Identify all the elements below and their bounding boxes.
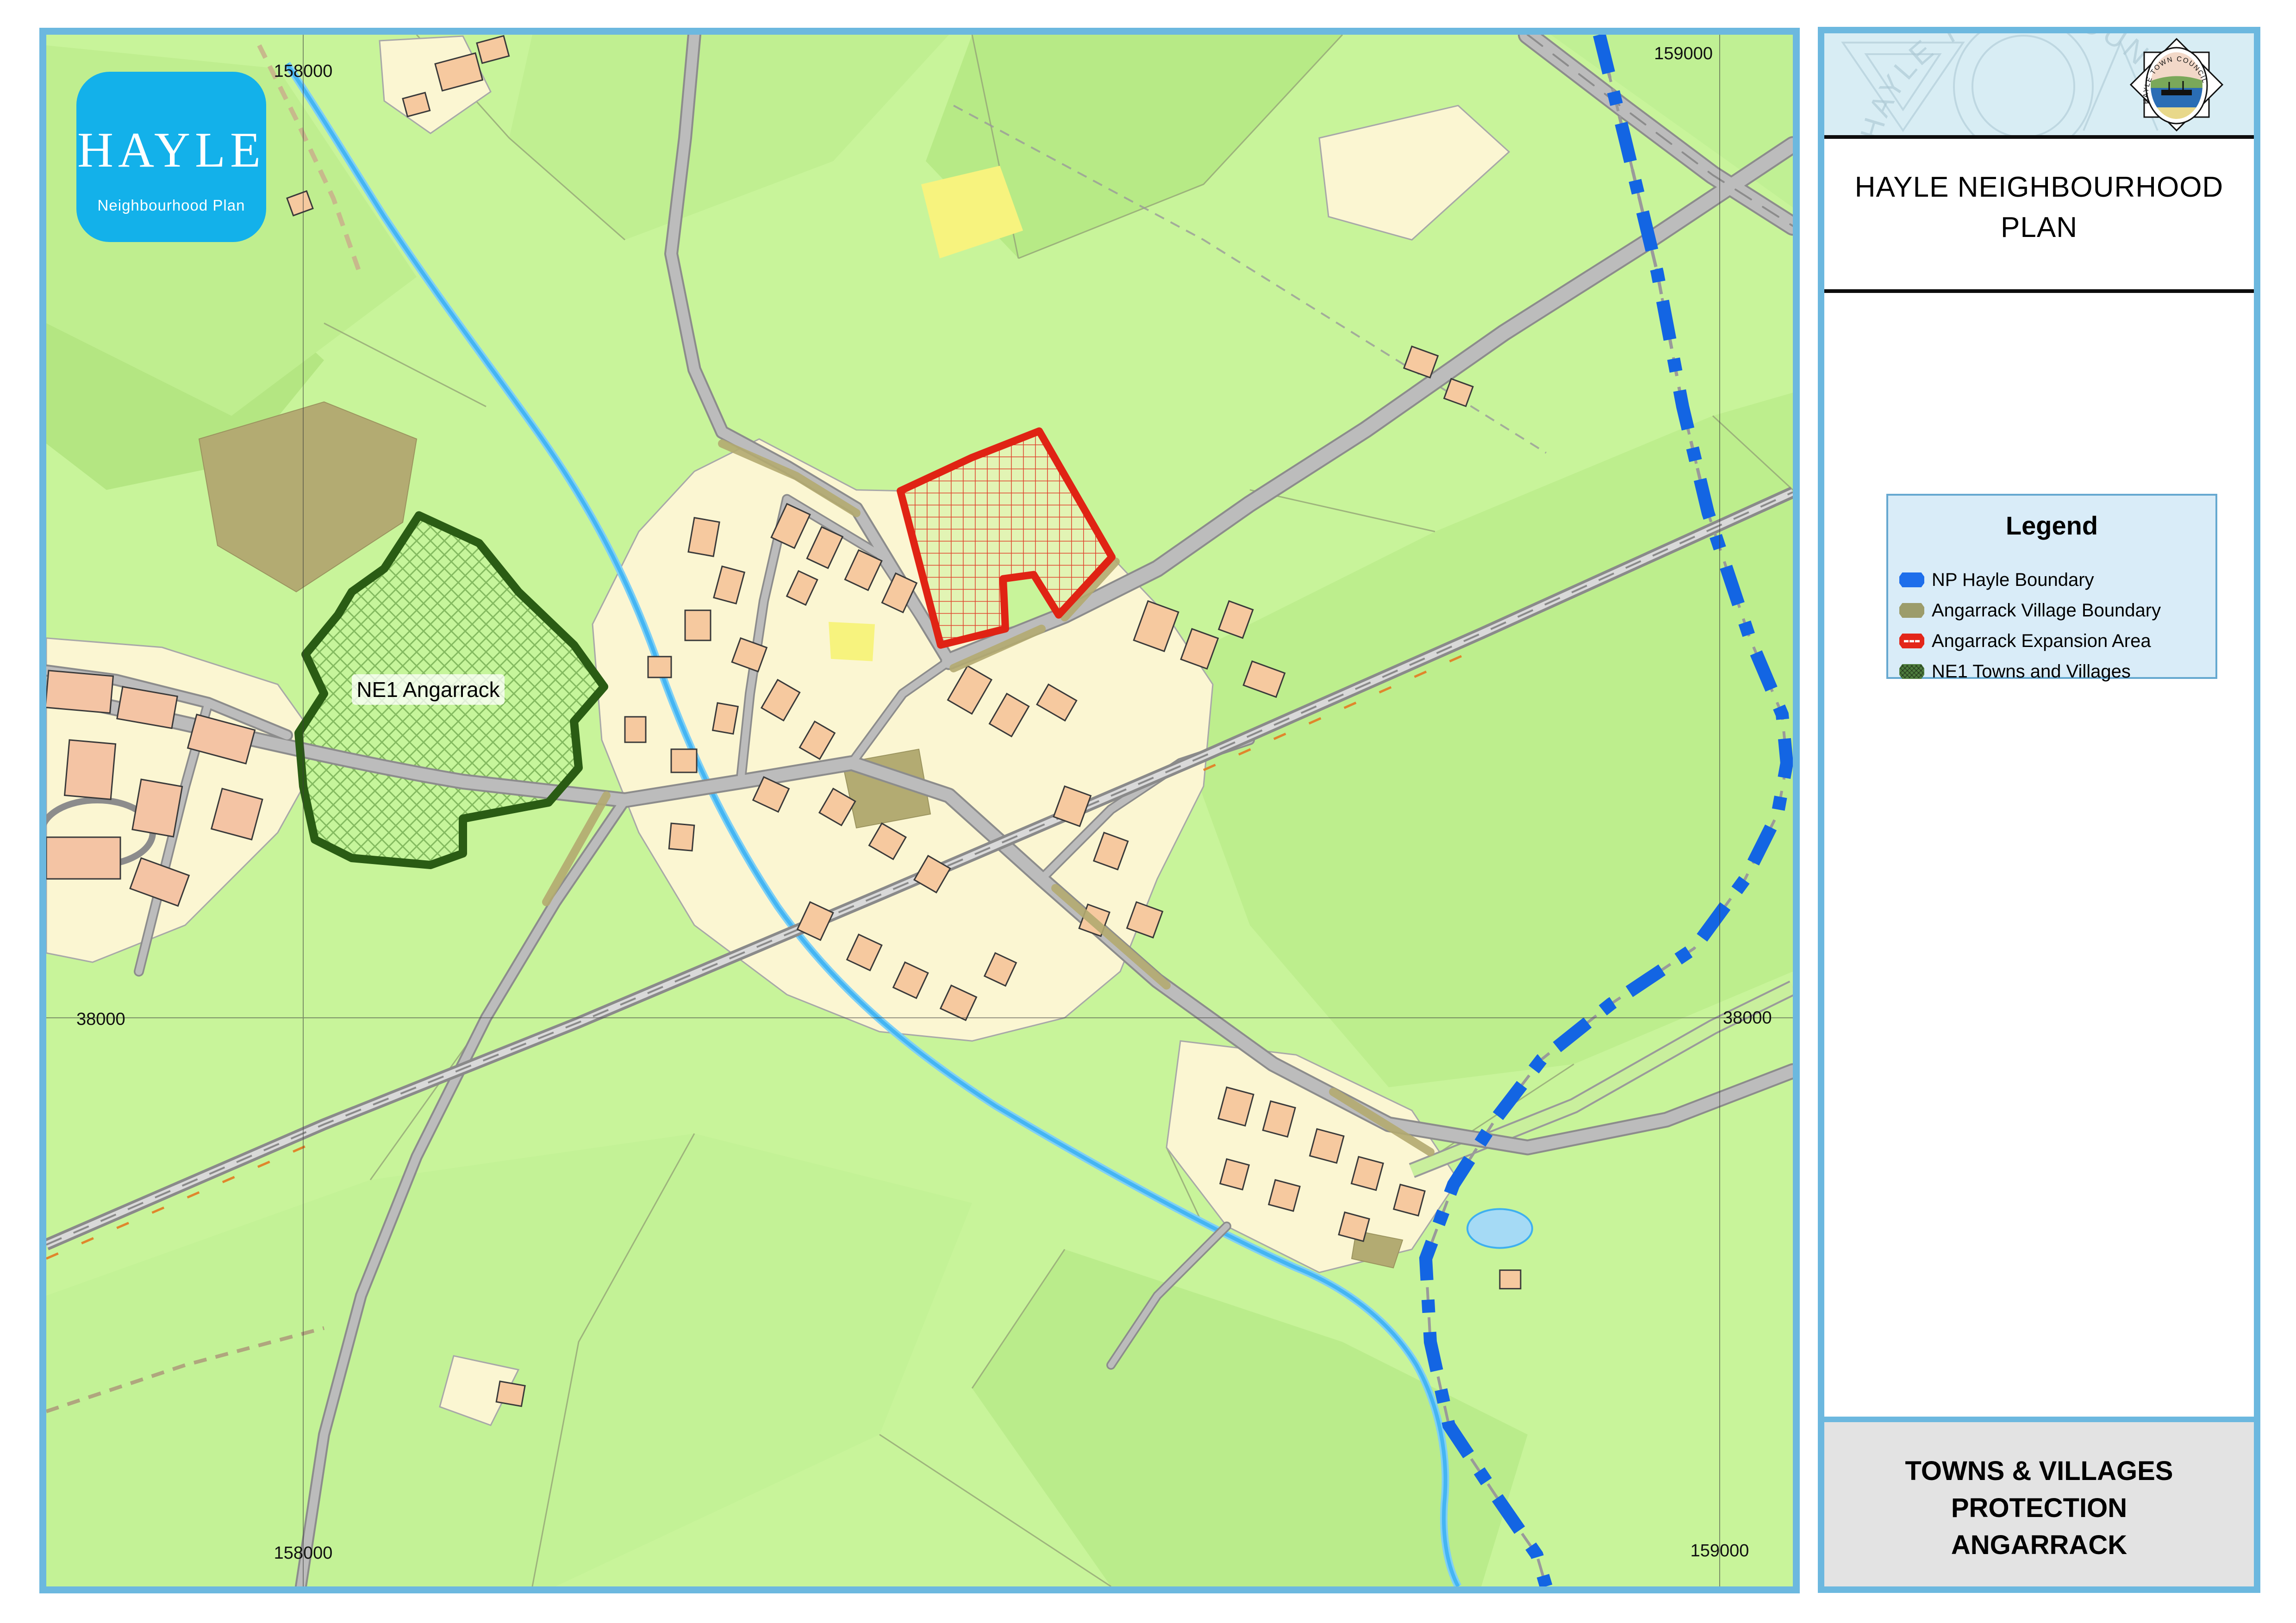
grid-label-bottom-left: 158000 bbox=[274, 1543, 333, 1563]
pond bbox=[1467, 1209, 1532, 1248]
map-sheet-title: TOWNS & VILLAGES PROTECTION ANGARRACK bbox=[1824, 1417, 2254, 1586]
grid-label-right: 38000 bbox=[1723, 1008, 1772, 1027]
logo-subtitle: Neighbourhood Plan bbox=[76, 197, 266, 214]
divider-rule-top bbox=[1824, 135, 2254, 139]
angarrack-map: 158000 159000 38000 38000 158000 159000 … bbox=[46, 35, 1793, 1586]
legend-item-expansion-area: Angarrack Expansion Area bbox=[1899, 626, 2215, 656]
legend-item-village-boundary: Angarrack Village Boundary bbox=[1899, 595, 2215, 626]
village-boundary-swatch bbox=[1899, 603, 1924, 618]
sheet-title-line-3: ANGARRACK bbox=[1824, 1527, 2254, 1564]
ne1-towns-villages-swatch bbox=[1899, 664, 1924, 679]
town-council-badge: HAYLE TOWN COUNCIL bbox=[2131, 39, 2222, 131]
legend: Legend NP Hayle Boundary Angarrack Villa… bbox=[1886, 494, 2217, 679]
grid-label-top-left: 158000 bbox=[274, 62, 333, 81]
plan-title: HAYLE NEIGHBOURHOOD PLAN bbox=[1824, 139, 2254, 289]
divider-rule-bottom bbox=[1824, 289, 2254, 293]
np-hayle-boundary-swatch bbox=[1899, 572, 1924, 587]
grid-label-bottom-right: 159000 bbox=[1691, 1541, 1749, 1561]
council-crest-art: HAYLE TOWN COUNCIL bbox=[1824, 33, 2254, 135]
legend-item-ne1-towns-villages: NE1 Towns and Villages bbox=[1899, 656, 2215, 687]
logo-title: HAYLE bbox=[76, 122, 266, 179]
sheet-title-line-1: TOWNS & VILLAGES bbox=[1824, 1453, 2254, 1490]
sidebar-panel: HAYLE TOWN COUNCIL bbox=[1818, 27, 2260, 1593]
expansion-area-swatch bbox=[1899, 634, 1924, 648]
grid-label-left: 38000 bbox=[76, 1009, 125, 1029]
council-crest: HAYLE TOWN COUNCIL bbox=[1824, 33, 2254, 135]
ne1-area-label: NE1 Angarrack bbox=[352, 674, 505, 705]
legend-item-np-hayle-boundary: NP Hayle Boundary bbox=[1899, 565, 2215, 595]
grid-label-top-right: 159000 bbox=[1654, 44, 1713, 63]
sheet-title-line-2: PROTECTION bbox=[1824, 1490, 2254, 1527]
legend-title: Legend bbox=[1888, 510, 2215, 541]
map-canvas: 158000 159000 38000 38000 158000 159000 … bbox=[39, 28, 1800, 1593]
plan-sheet: 158000 159000 38000 38000 158000 159000 … bbox=[0, 0, 2296, 1623]
hayle-np-logo: HAYLE Neighbourhood Plan bbox=[76, 72, 266, 242]
svg-text:NE1 Angarrack: NE1 Angarrack bbox=[356, 678, 500, 702]
